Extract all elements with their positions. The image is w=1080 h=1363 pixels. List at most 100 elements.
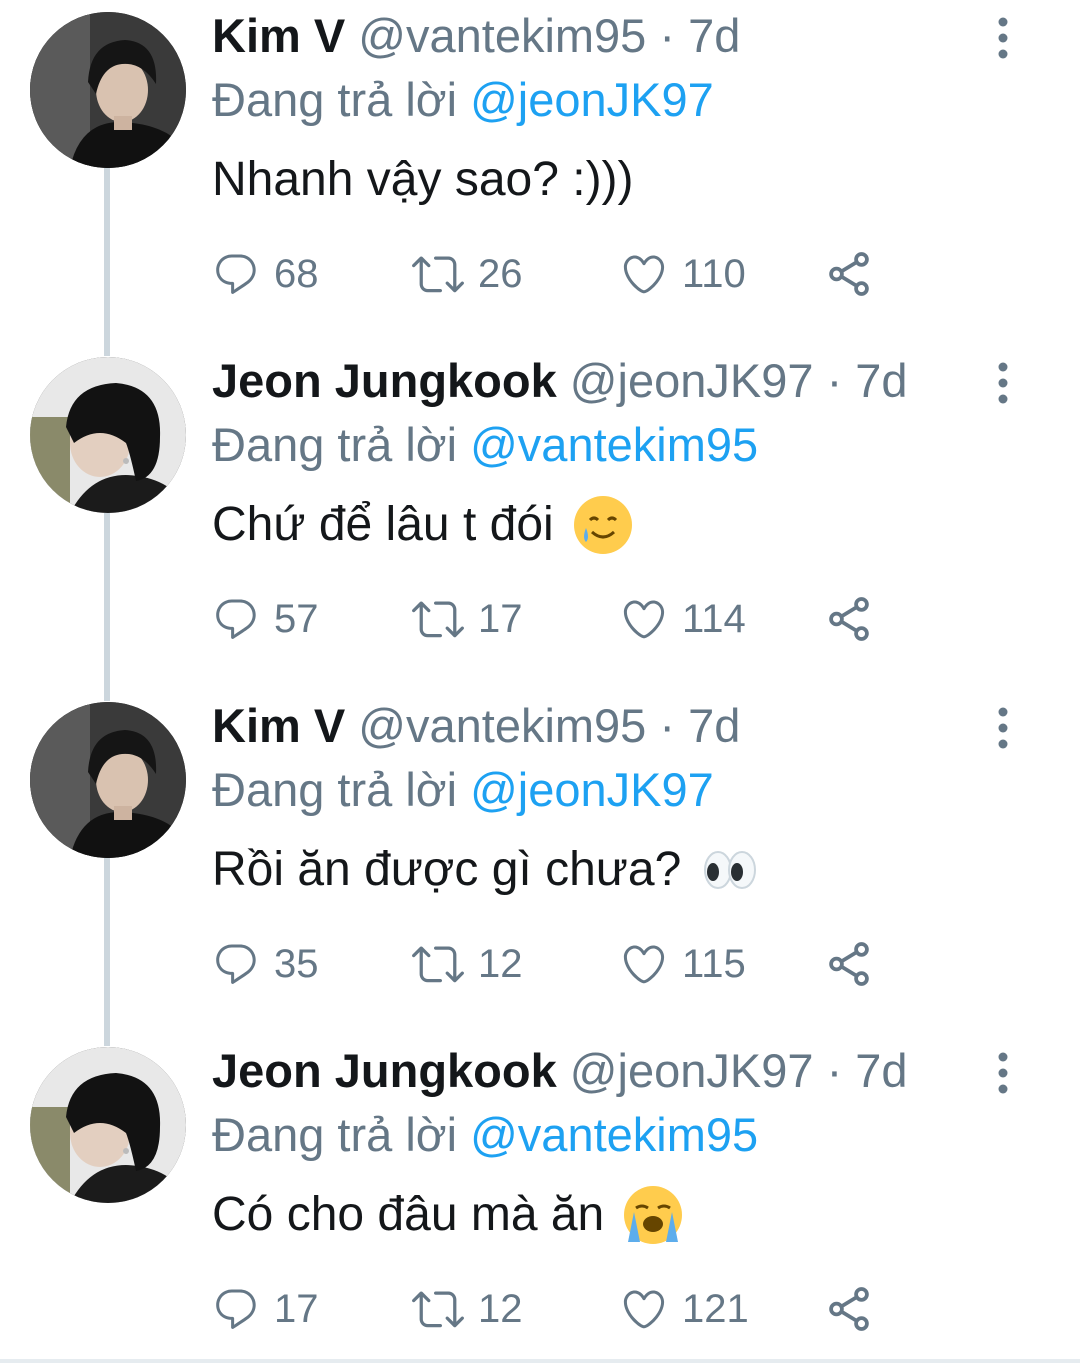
loudly-crying-face-emoji <box>622 1184 684 1246</box>
retweet-icon <box>412 1291 464 1328</box>
tweet-text: Chứ để lâu t đói <box>212 493 634 557</box>
tweet-text-content: Có cho đâu mà ăn <box>212 1188 605 1241</box>
like-count: 110 <box>682 251 746 296</box>
like-button[interactable]: 110 <box>620 242 746 306</box>
replying-to: Đang trả lời @jeonJK97 <box>212 70 714 130</box>
tweet-text-content: Chứ để lâu t đói <box>212 498 554 551</box>
more-vertical-icon <box>998 1052 1008 1094</box>
heart-icon <box>623 945 665 984</box>
tweet-text: Nhanh vậy sao? :))) <box>212 148 634 212</box>
separator-dot: · <box>826 1044 843 1097</box>
retweet-count: 12 <box>478 941 523 986</box>
retweet-button[interactable]: 12 <box>412 1277 523 1341</box>
tweet-thread: Kim V @vantekim95 · 7d Đang trả lời @jeo… <box>0 0 1080 1363</box>
share-button[interactable] <box>824 1277 874 1341</box>
eyes-emoji <box>699 839 761 901</box>
tweet[interactable]: Kim V @vantekim95 · 7d Đang trả lời @jeo… <box>0 690 1080 1035</box>
more-options-button[interactable] <box>988 16 1018 60</box>
like-button[interactable]: 114 <box>620 587 746 651</box>
tweet[interactable]: Jeon Jungkook @jeonJK97 · 7d Đang trả lờ… <box>0 345 1080 690</box>
share-button[interactable] <box>824 242 874 306</box>
mention-link[interactable]: @vantekim95 <box>470 1108 758 1161</box>
mention-link[interactable]: @vantekim95 <box>470 418 758 471</box>
like-count: 114 <box>682 596 746 641</box>
replying-label: Đang trả lời <box>212 418 458 471</box>
user-handle[interactable]: @jeonJK97 <box>570 354 814 407</box>
tweet-header: Kim V @vantekim95 · 7d <box>212 6 970 66</box>
more-options-button[interactable] <box>988 361 1018 405</box>
more-vertical-icon <box>998 362 1008 404</box>
tweet-header: Jeon Jungkook @jeonJK97 · 7d <box>212 1041 970 1101</box>
tweet-actions: 68 26 110 <box>212 242 912 306</box>
tweet-text-content: Rồi ăn được gì chưa? <box>212 843 682 896</box>
retweet-button[interactable]: 12 <box>412 932 523 996</box>
display-name[interactable]: Jeon Jungkook <box>212 354 557 407</box>
tweet-header: Jeon Jungkook @jeonJK97 · 7d <box>212 351 970 411</box>
more-options-button[interactable] <box>988 706 1018 750</box>
display-name[interactable]: Kim V <box>212 9 345 62</box>
replying-to: Đang trả lời @vantekim95 <box>212 415 758 475</box>
more-vertical-icon <box>998 707 1008 749</box>
retweet-icon <box>412 601 464 638</box>
heart-icon <box>623 255 665 294</box>
reply-button[interactable]: 35 <box>212 932 319 996</box>
like-button[interactable]: 121 <box>620 1277 749 1341</box>
like-button[interactable]: 115 <box>620 932 746 996</box>
retweet-count: 12 <box>478 1286 523 1331</box>
bottom-divider <box>0 1359 1080 1363</box>
user-handle[interactable]: @vantekim95 <box>358 9 646 62</box>
share-button[interactable] <box>824 932 874 996</box>
tweet-actions: 57 17 114 <box>212 587 912 651</box>
reply-icon <box>216 599 256 639</box>
retweet-button[interactable]: 26 <box>412 242 523 306</box>
share-icon <box>829 597 869 641</box>
like-count: 115 <box>682 941 746 986</box>
tweet-text: Có cho đâu mà ăn <box>212 1183 684 1247</box>
retweet-button[interactable]: 17 <box>412 587 523 651</box>
user-handle[interactable]: @jeonJK97 <box>570 1044 814 1097</box>
tweet-text-content: Nhanh vậy sao? :))) <box>212 153 634 206</box>
tweet[interactable]: Jeon Jungkook @jeonJK97 · 7d Đang trả lờ… <box>0 1035 1080 1363</box>
reply-button[interactable]: 68 <box>212 242 319 306</box>
reply-count: 35 <box>274 941 319 986</box>
retweet-count: 17 <box>478 596 523 641</box>
reply-button[interactable]: 57 <box>212 587 319 651</box>
avatar[interactable] <box>30 1047 186 1203</box>
like-count: 121 <box>682 1286 749 1331</box>
share-icon <box>829 1287 869 1331</box>
display-name[interactable]: Jeon Jungkook <box>212 1044 557 1097</box>
replying-label: Đang trả lời <box>212 763 458 816</box>
more-options-button[interactable] <box>988 1051 1018 1095</box>
separator-dot: · <box>659 699 676 752</box>
timestamp[interactable]: 7d <box>855 1044 907 1097</box>
display-name[interactable]: Kim V <box>212 699 345 752</box>
timestamp[interactable]: 7d <box>855 354 907 407</box>
reply-icon <box>216 254 256 294</box>
replying-to: Đang trả lời @jeonJK97 <box>212 760 714 820</box>
avatar-image <box>30 702 186 858</box>
avatar[interactable] <box>30 702 186 858</box>
mention-link[interactable]: @jeonJK97 <box>470 73 714 126</box>
reply-count: 17 <box>274 1286 319 1331</box>
separator-dot: · <box>659 9 676 62</box>
retweet-count: 26 <box>478 251 523 296</box>
share-button[interactable] <box>824 587 874 651</box>
heart-icon <box>623 600 665 639</box>
more-vertical-icon <box>998 17 1008 59</box>
reply-button[interactable]: 17 <box>212 1277 319 1341</box>
share-icon <box>829 942 869 986</box>
mention-link[interactable]: @jeonJK97 <box>470 763 714 816</box>
tweet-actions: 17 12 121 <box>212 1277 912 1341</box>
avatar[interactable] <box>30 357 186 513</box>
retweet-icon <box>412 256 464 293</box>
smiling-face-with-tear-emoji <box>572 494 634 556</box>
tweet[interactable]: Kim V @vantekim95 · 7d Đang trả lời @jeo… <box>0 0 1080 345</box>
avatar-image <box>30 1047 186 1203</box>
replying-to: Đang trả lời @vantekim95 <box>212 1105 758 1165</box>
user-handle[interactable]: @vantekim95 <box>358 699 646 752</box>
reply-count: 57 <box>274 596 319 641</box>
timestamp[interactable]: 7d <box>688 9 740 62</box>
timestamp[interactable]: 7d <box>688 699 740 752</box>
avatar[interactable] <box>30 12 186 168</box>
separator-dot: · <box>826 354 843 407</box>
